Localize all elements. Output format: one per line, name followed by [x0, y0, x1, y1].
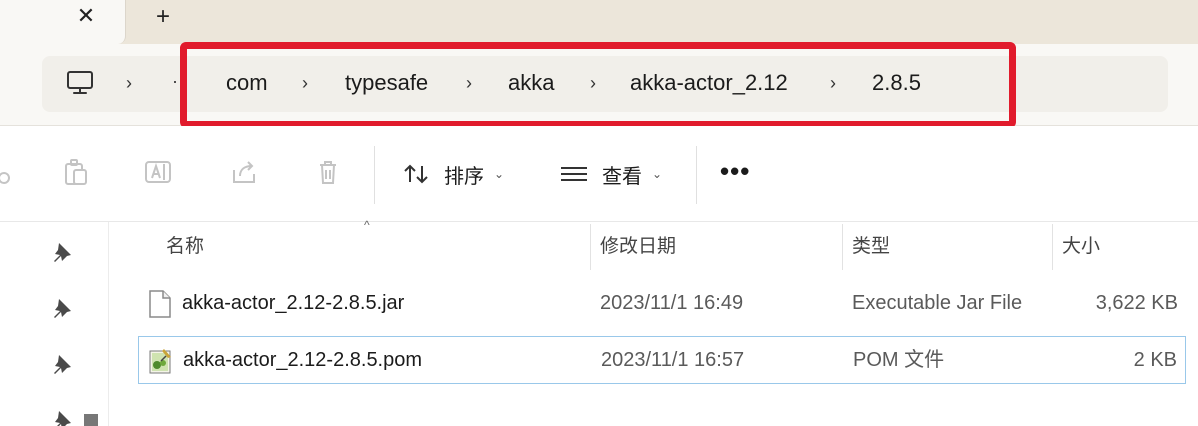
- command-bar: 排序 ⌄ 查看 ⌄ •••: [0, 126, 1198, 222]
- pom-file-icon: [149, 349, 171, 374]
- close-tab-icon[interactable]: ✕: [74, 4, 98, 28]
- this-pc-icon[interactable]: [66, 70, 94, 96]
- column-header-type[interactable]: 类型: [852, 232, 890, 260]
- file-size: 3,622 KB: [1095, 292, 1178, 314]
- pin-icon[interactable]: [50, 240, 74, 264]
- toolbar-divider: [696, 146, 697, 204]
- column-divider[interactable]: [1052, 224, 1053, 270]
- delete-icon[interactable]: [312, 156, 344, 188]
- column-header-name[interactable]: 名称: [166, 232, 204, 260]
- sort-indicator-icon: ^: [364, 218, 370, 232]
- file-row[interactable]: akka-actor_2.12-2.8.5.pom 2023/11/1 16:5…: [138, 336, 1186, 384]
- sort-label: 排序: [444, 163, 484, 188]
- column-header-size[interactable]: 大小: [1062, 232, 1100, 260]
- breadcrumb-separator[interactable]: ›: [126, 70, 132, 96]
- share-icon[interactable]: [228, 156, 260, 188]
- tab-strip: ✕ +: [0, 0, 1198, 44]
- file-type: POM 文件: [853, 349, 945, 371]
- view-list-icon: [561, 167, 587, 181]
- pane-divider: [108, 222, 109, 426]
- pin-icon[interactable]: [50, 352, 74, 376]
- file-date: 2023/11/1 16:49: [600, 292, 744, 314]
- pin-icon[interactable]: [50, 408, 74, 426]
- copy-icon[interactable]: [60, 156, 92, 188]
- rename-icon[interactable]: [142, 156, 174, 188]
- column-divider[interactable]: [842, 224, 843, 270]
- blank-file-icon: [149, 290, 171, 318]
- view-button[interactable]: 查看 ⌄: [560, 156, 662, 192]
- active-tab[interactable]: ✕: [0, 0, 126, 44]
- file-size: 2 KB: [1133, 349, 1177, 371]
- file-type: Executable Jar File: [852, 292, 1023, 314]
- nav-scrollbar[interactable]: [84, 414, 98, 426]
- file-date: 2023/11/1 16:57: [601, 349, 745, 371]
- column-header-date[interactable]: 修改日期: [600, 232, 676, 260]
- chevron-down-icon: ⌄: [494, 167, 505, 181]
- pin-icon[interactable]: [50, 296, 74, 320]
- file-name: akka-actor_2.12-2.8.5.pom: [183, 349, 423, 371]
- cut-icon[interactable]: [0, 156, 16, 188]
- sort-button[interactable]: 排序 ⌄: [402, 156, 504, 192]
- sort-icon: [404, 164, 428, 184]
- more-options-icon[interactable]: •••: [720, 156, 750, 186]
- column-divider[interactable]: [590, 224, 591, 270]
- file-row[interactable]: akka-actor_2.12-2.8.5.jar 2023/11/1 16:4…: [138, 280, 1186, 328]
- chevron-down-icon: ⌄: [652, 167, 663, 181]
- view-label: 查看: [602, 163, 642, 188]
- toolbar-divider: [374, 146, 375, 204]
- navigation-pane: [0, 222, 108, 426]
- new-tab-icon[interactable]: +: [150, 5, 176, 31]
- breadcrumb-highlight-box: [180, 42, 1016, 128]
- file-name: akka-actor_2.12-2.8.5.jar: [182, 292, 405, 314]
